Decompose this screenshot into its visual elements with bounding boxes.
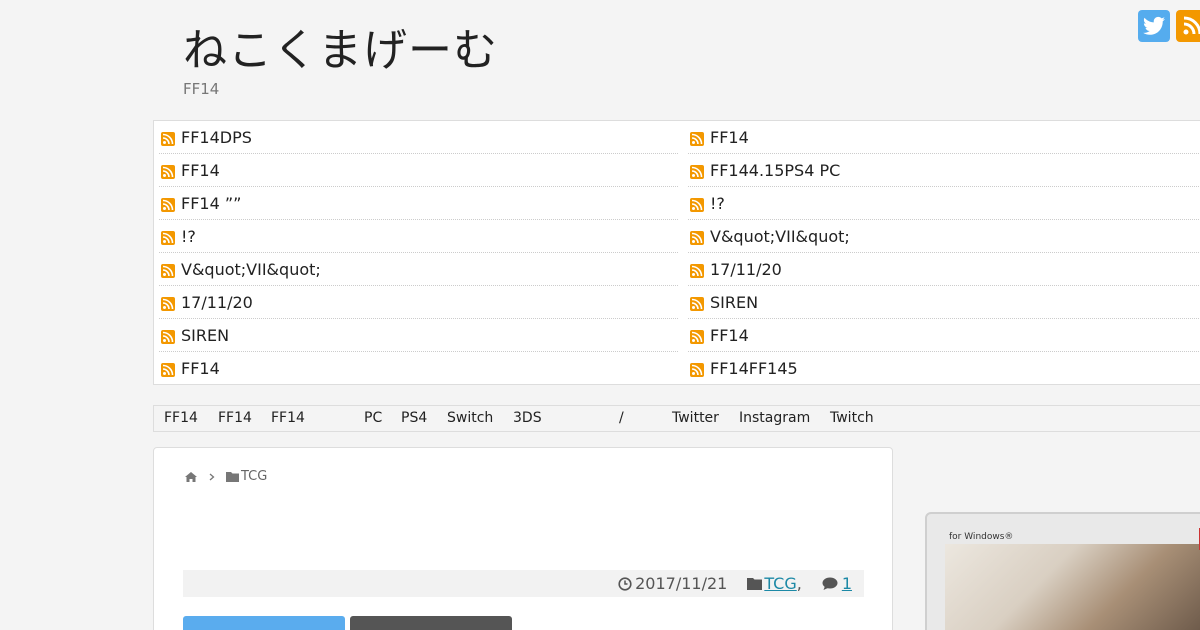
- feed-item[interactable]: !?: [688, 187, 1200, 220]
- feed-item-label: FF14: [181, 160, 220, 180]
- feed-item[interactable]: FF14 ””: [159, 187, 678, 220]
- feed-item-label: FF14: [181, 359, 220, 378]
- site-title[interactable]: ねこくまげーむ: [183, 14, 498, 78]
- nav-item[interactable]: Instagram: [739, 410, 810, 426]
- feed-item-label: !?: [181, 226, 196, 246]
- category-separator: ,: [796, 574, 802, 593]
- rss-icon: [161, 363, 175, 377]
- feed-item[interactable]: 17/11/20: [159, 286, 678, 319]
- rss-feed-list: FF14DPS FF14 FF14 ”” !? V&quot;VII&quot;…: [153, 120, 1200, 385]
- rss-icon: [690, 230, 704, 245]
- nav-item[interactable]: PC: [364, 410, 382, 426]
- feed-item-label: FF14: [710, 325, 749, 345]
- feed-item-label: FF144.15PS4 PC: [710, 160, 841, 180]
- feed-item-label: SIREN: [181, 325, 230, 345]
- nav-item[interactable]: PS4: [401, 410, 427, 426]
- rss-icon[interactable]: [1176, 10, 1200, 42]
- post-category: TCG,: [747, 574, 802, 593]
- rss-icon: [690, 164, 704, 179]
- folder-icon: [747, 578, 763, 590]
- feed-item-label: SIREN: [710, 292, 759, 312]
- folder-icon: [226, 472, 239, 482]
- post-date: 2017/11/21: [618, 574, 727, 593]
- breadcrumb-category[interactable]: TCG: [241, 469, 267, 484]
- breadcrumb: TCG: [184, 469, 267, 484]
- feed-item-label: FF14FF145: [710, 359, 798, 378]
- feed-column-right: FF14 FF144.15PS4 PC !? V&quot;VII&quot; …: [683, 121, 1200, 384]
- sidebar-product-image[interactable]: for Windows®: [925, 512, 1200, 630]
- site-description: FF14: [183, 80, 220, 98]
- rss-icon: [161, 329, 175, 344]
- nav-item[interactable]: Twitch: [830, 410, 874, 426]
- chevron-right-icon: [209, 473, 215, 480]
- nav-item[interactable]: FF14: [218, 410, 252, 426]
- feed-item[interactable]: FF14DPS: [159, 121, 678, 154]
- nav-item[interactable]: 3DS: [513, 410, 542, 426]
- article-card: TCG 2017/11/21 TCG, 1: [153, 447, 893, 630]
- rss-icon: [161, 296, 175, 311]
- feed-item[interactable]: V&quot;VII&quot;: [159, 253, 678, 286]
- rss-icon: [690, 296, 704, 311]
- share-twitter-button[interactable]: [183, 616, 345, 630]
- feed-item[interactable]: SIREN: [688, 286, 1200, 319]
- rss-icon: [161, 131, 175, 146]
- clock-icon: [618, 576, 632, 591]
- category-link[interactable]: TCG: [764, 574, 796, 593]
- feed-item-label: V&quot;VII&quot;: [710, 226, 850, 246]
- feed-item[interactable]: FF14: [688, 121, 1200, 154]
- rss-icon: [161, 164, 175, 179]
- feed-item-label: 17/11/20: [710, 259, 782, 279]
- feed-item[interactable]: FF14FF145: [688, 352, 1200, 385]
- feed-item-label: V&quot;VII&quot;: [181, 259, 321, 279]
- product-label: for Windows®: [949, 532, 1014, 542]
- post-comments: 1: [822, 574, 852, 593]
- twitter-icon[interactable]: [1138, 10, 1170, 42]
- nav-item[interactable]: FF14: [271, 410, 305, 426]
- comment-count-link[interactable]: 1: [842, 574, 852, 593]
- feed-item[interactable]: FF144.15PS4 PC: [688, 154, 1200, 187]
- feed-column-left: FF14DPS FF14 FF14 ”” !? V&quot;VII&quot;…: [154, 121, 683, 384]
- rss-icon: [690, 329, 704, 344]
- rss-icon: [690, 131, 704, 146]
- feed-item[interactable]: !?: [159, 220, 678, 253]
- nav-item[interactable]: Twitter: [672, 410, 719, 426]
- social-buttons: [1138, 10, 1200, 42]
- feed-item-label: FF14DPS: [181, 127, 252, 147]
- nav-item[interactable]: /: [619, 410, 624, 426]
- rss-icon: [690, 363, 704, 377]
- global-nav: FF14 FF14 FF14 PC PS4 Switch 3DS / Twitt…: [153, 405, 1200, 432]
- feed-item[interactable]: SIREN: [159, 319, 678, 352]
- feed-item[interactable]: 17/11/20: [688, 253, 1200, 286]
- rss-icon: [161, 263, 175, 278]
- feed-item-label: !?: [710, 193, 725, 213]
- feed-item-label: FF14: [710, 127, 749, 147]
- post-date-text: 2017/11/21: [635, 574, 728, 593]
- share-button[interactable]: [350, 616, 512, 630]
- rss-icon: [161, 230, 175, 245]
- product-artwork: [945, 544, 1200, 630]
- feed-item[interactable]: FF14: [159, 154, 678, 187]
- feed-item[interactable]: V&quot;VII&quot;: [688, 220, 1200, 253]
- rss-icon: [161, 197, 175, 212]
- nav-item[interactable]: Switch: [447, 410, 493, 426]
- post-meta: 2017/11/21 TCG, 1: [183, 570, 864, 597]
- rss-icon: [690, 197, 704, 212]
- feed-item[interactable]: FF14: [688, 319, 1200, 352]
- feed-item[interactable]: FF14: [159, 352, 678, 385]
- feed-item-label: 17/11/20: [181, 292, 253, 312]
- home-icon[interactable]: [184, 471, 198, 483]
- nav-item[interactable]: FF14: [164, 410, 198, 426]
- feed-item-label: FF14 ””: [181, 193, 242, 213]
- comment-icon: [822, 577, 838, 590]
- rss-icon: [690, 263, 704, 278]
